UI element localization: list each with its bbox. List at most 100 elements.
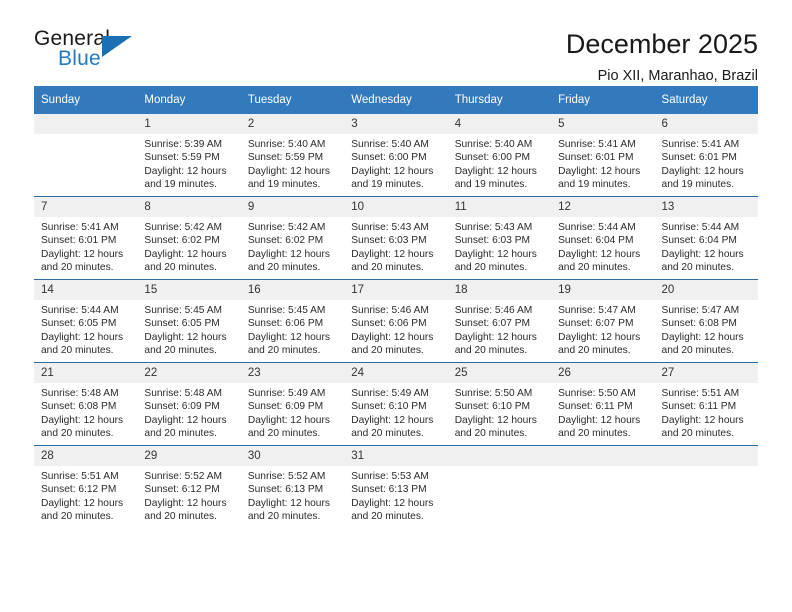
calendar-day-cell[interactable]: 1 Sunrise: 5:39 AM Sunset: 5:59 PM Daylight… (137, 114, 241, 197)
calendar-day-cell[interactable]: 2 Sunrise: 5:40 AM Sunset: 5:59 PM Daylight… (240, 114, 345, 197)
daylight-2-text: and 20 minutes. (41, 511, 114, 523)
weekday-header-friday: Friday (551, 86, 655, 114)
calendar-day-cell[interactable]: 22 Sunrise: 5:48 AM Sunset: 6:09 PM Dayligh… (137, 362, 241, 446)
calendar-day-cell[interactable]: 21 Sunrise: 5:48 AM Sunset: 6:08 PM Dayligh… (34, 362, 138, 446)
calendar-day-cell[interactable]: 19 Sunrise: 5:47 AM Sunset: 6:07 PM Dayligh… (551, 279, 655, 363)
calendar-day-cell-empty (654, 445, 758, 528)
day-number (654, 446, 758, 466)
calendar-day-cell[interactable]: 3 Sunrise: 5:40 AM Sunset: 6:00 PM Daylight… (344, 114, 448, 197)
daylight-1-text: Daylight: 12 hours (41, 248, 124, 260)
sunrise-text: Sunrise: 5:51 AM (41, 471, 119, 482)
calendar-day-cell[interactable]: 14 Sunrise: 5:44 AM Sunset: 6:05 PM Dayligh… (34, 279, 138, 363)
daylight-1-text: Daylight: 12 hours (661, 331, 744, 343)
sunrise-text: Sunrise: 5:52 AM (247, 471, 326, 482)
daylight-2-text: and 20 minutes. (661, 428, 735, 440)
calendar-day-cell[interactable]: 29 Sunrise: 5:52 AM Sunset: 6:12 PM Dayligh… (137, 445, 241, 528)
calendar-day-cell[interactable]: 26 Sunrise: 5:50 AM Sunset: 6:11 PM Dayligh… (551, 362, 655, 446)
daylight-1-text: Daylight: 12 hours (41, 497, 124, 509)
calendar-day-cell[interactable]: 30 Sunrise: 5:52 AM Sunset: 6:13 PM Dayligh… (240, 445, 345, 528)
sunrise-text: Sunrise: 5:39 AM (144, 139, 223, 150)
daylight-2-text: and 20 minutes. (144, 345, 217, 357)
day-number: 20 (654, 280, 758, 300)
calendar-day-cell[interactable]: 20 Sunrise: 5:47 AM Sunset: 6:08 PM Dayligh… (654, 279, 758, 363)
daylight-2-text: and 20 minutes. (558, 345, 631, 357)
sunrise-text: Sunrise: 5:46 AM (351, 305, 429, 316)
day-details: Sunrise: 5:40 AM Sunset: 6:00 PM Daylight:… (344, 134, 447, 192)
calendar-day-cell[interactable]: 16 Sunrise: 5:45 AM Sunset: 6:06 PM Dayligh… (240, 279, 345, 363)
calendar-week-row: 14 Sunrise: 5:44 AM Sunset: 6:05 PM Dayligh… (34, 279, 758, 363)
daylight-2-text: and 20 minutes. (351, 345, 424, 357)
calendar-day-cell[interactable]: 28 Sunrise: 5:51 AM Sunset: 6:12 PM Dayligh… (34, 445, 138, 528)
sunset-text: Sunset: 6:03 PM (351, 235, 427, 247)
sunset-text: Sunset: 6:10 PM (351, 401, 427, 413)
daylight-2-text: and 20 minutes. (661, 345, 735, 357)
calendar-day-cell[interactable]: 5 Sunrise: 5:41 AM Sunset: 6:01 PM Daylight… (551, 114, 655, 197)
day-details: Sunrise: 5:52 AM Sunset: 6:12 PM Daylight:… (137, 466, 240, 524)
calendar-day-cell[interactable]: 9 Sunrise: 5:42 AM Sunset: 6:02 PM Daylight… (240, 196, 345, 280)
day-details: Sunrise: 5:52 AM Sunset: 6:13 PM Daylight:… (241, 466, 344, 524)
calendar-day-cell[interactable]: 10 Sunrise: 5:43 AM Sunset: 6:03 PM Dayligh… (344, 196, 448, 280)
daylight-1-text: Daylight: 12 hours (558, 248, 641, 260)
calendar-day-cell[interactable]: 25 Sunrise: 5:50 AM Sunset: 6:10 PM Dayligh… (447, 362, 552, 446)
calendar-day-cell[interactable]: 23 Sunrise: 5:49 AM Sunset: 6:09 PM Dayligh… (240, 362, 345, 446)
day-details: Sunrise: 5:41 AM Sunset: 6:01 PM Daylight:… (551, 134, 654, 192)
day-details: Sunrise: 5:42 AM Sunset: 6:02 PM Daylight:… (241, 217, 344, 275)
sunset-text: Sunset: 6:04 PM (661, 235, 737, 247)
calendar-day-cell[interactable]: 8 Sunrise: 5:42 AM Sunset: 6:02 PM Daylight… (137, 196, 241, 280)
sunrise-text: Sunrise: 5:44 AM (41, 305, 119, 316)
general-blue-logo[interactable]: General Blue (34, 28, 164, 76)
calendar-week-row: 1 Sunrise: 5:39 AM Sunset: 5:59 PM Daylight… (34, 114, 758, 197)
day-number (447, 446, 552, 466)
day-number: 4 (447, 114, 552, 134)
calendar-day-cell[interactable]: 31 Sunrise: 5:53 AM Sunset: 6:13 PM Dayligh… (344, 445, 448, 528)
calendar-day-cell[interactable]: 6 Sunrise: 5:41 AM Sunset: 6:01 PM Daylight… (654, 114, 758, 197)
daylight-2-text: and 19 minutes. (558, 179, 631, 191)
calendar-day-cell[interactable]: 24 Sunrise: 5:49 AM Sunset: 6:10 PM Dayligh… (344, 362, 448, 446)
sunset-text: Sunset: 6:13 PM (247, 484, 324, 496)
day-number: 13 (654, 197, 758, 217)
calendar-day-cell[interactable]: 4 Sunrise: 5:40 AM Sunset: 6:00 PM Daylight… (447, 114, 552, 197)
calendar-day-cell[interactable]: 7 Sunrise: 5:41 AM Sunset: 6:01 PM Daylight… (34, 196, 138, 280)
day-number: 24 (344, 363, 448, 383)
sunrise-text: Sunrise: 5:42 AM (247, 222, 326, 233)
sunrise-sunset-calendar: Sunday Monday Tuesday Wednesday Thursday Frid… (34, 86, 758, 528)
daylight-1-text: Daylight: 12 hours (144, 497, 227, 509)
calendar-day-cell[interactable]: 27 Sunrise: 5:51 AM Sunset: 6:11 PM Dayligh… (654, 362, 758, 446)
sunrise-text: Sunrise: 5:40 AM (454, 139, 533, 150)
calendar-day-cell[interactable]: 13 Sunrise: 5:44 AM Sunset: 6:04 PM Dayligh… (654, 196, 758, 280)
calendar-day-cell[interactable]: 12 Sunrise: 5:44 AM Sunset: 6:04 PM Dayligh… (551, 196, 655, 280)
weekday-header-tuesday: Tuesday (240, 86, 345, 114)
calendar-day-cell-empty (447, 445, 552, 528)
sunset-text: Sunset: 6:07 PM (558, 318, 634, 330)
sunrise-text: Sunrise: 5:45 AM (247, 305, 326, 316)
daylight-2-text: and 20 minutes. (351, 511, 424, 523)
day-number: 8 (137, 197, 241, 217)
page-subtitle: Pio XII, Maranhao, Brazil (597, 67, 758, 84)
day-details: Sunrise: 5:42 AM Sunset: 6:02 PM Daylight:… (137, 217, 240, 275)
sunset-text: Sunset: 6:02 PM (247, 235, 324, 247)
calendar-day-cell[interactable]: 18 Sunrise: 5:46 AM Sunset: 6:07 PM Dayligh… (447, 279, 552, 363)
daylight-1-text: Daylight: 12 hours (144, 331, 227, 343)
daylight-2-text: and 19 minutes. (661, 179, 735, 191)
sunrise-text: Sunrise: 5:53 AM (351, 471, 429, 482)
sunrise-text: Sunrise: 5:50 AM (558, 388, 636, 399)
daylight-1-text: Daylight: 12 hours (247, 331, 330, 343)
sunrise-text: Sunrise: 5:43 AM (351, 222, 429, 233)
page-header: General Blue December 2025 Pio XII, Mara… (0, 0, 792, 84)
sunset-text: Sunset: 6:07 PM (454, 318, 531, 330)
calendar-day-cell[interactable]: 11 Sunrise: 5:43 AM Sunset: 6:03 PM Dayligh… (447, 196, 552, 280)
day-number: 11 (447, 197, 552, 217)
sunset-text: Sunset: 6:08 PM (41, 401, 117, 413)
daylight-1-text: Daylight: 12 hours (41, 414, 124, 426)
sunrise-text: Sunrise: 5:44 AM (558, 222, 636, 233)
sunrise-text: Sunrise: 5:45 AM (144, 305, 223, 316)
sunrise-text: Sunrise: 5:48 AM (144, 388, 223, 399)
calendar-day-cell[interactable]: 17 Sunrise: 5:46 AM Sunset: 6:06 PM Dayligh… (344, 279, 448, 363)
sunrise-text: Sunrise: 5:49 AM (351, 388, 429, 399)
day-details: Sunrise: 5:51 AM Sunset: 6:11 PM Daylight:… (655, 383, 758, 441)
calendar-day-cell[interactable]: 15 Sunrise: 5:45 AM Sunset: 6:05 PM Dayligh… (137, 279, 241, 363)
day-number: 21 (34, 363, 138, 383)
sunrise-text: Sunrise: 5:47 AM (661, 305, 740, 316)
day-details: Sunrise: 5:53 AM Sunset: 6:13 PM Daylight:… (344, 466, 447, 524)
daylight-2-text: and 20 minutes. (41, 345, 114, 357)
